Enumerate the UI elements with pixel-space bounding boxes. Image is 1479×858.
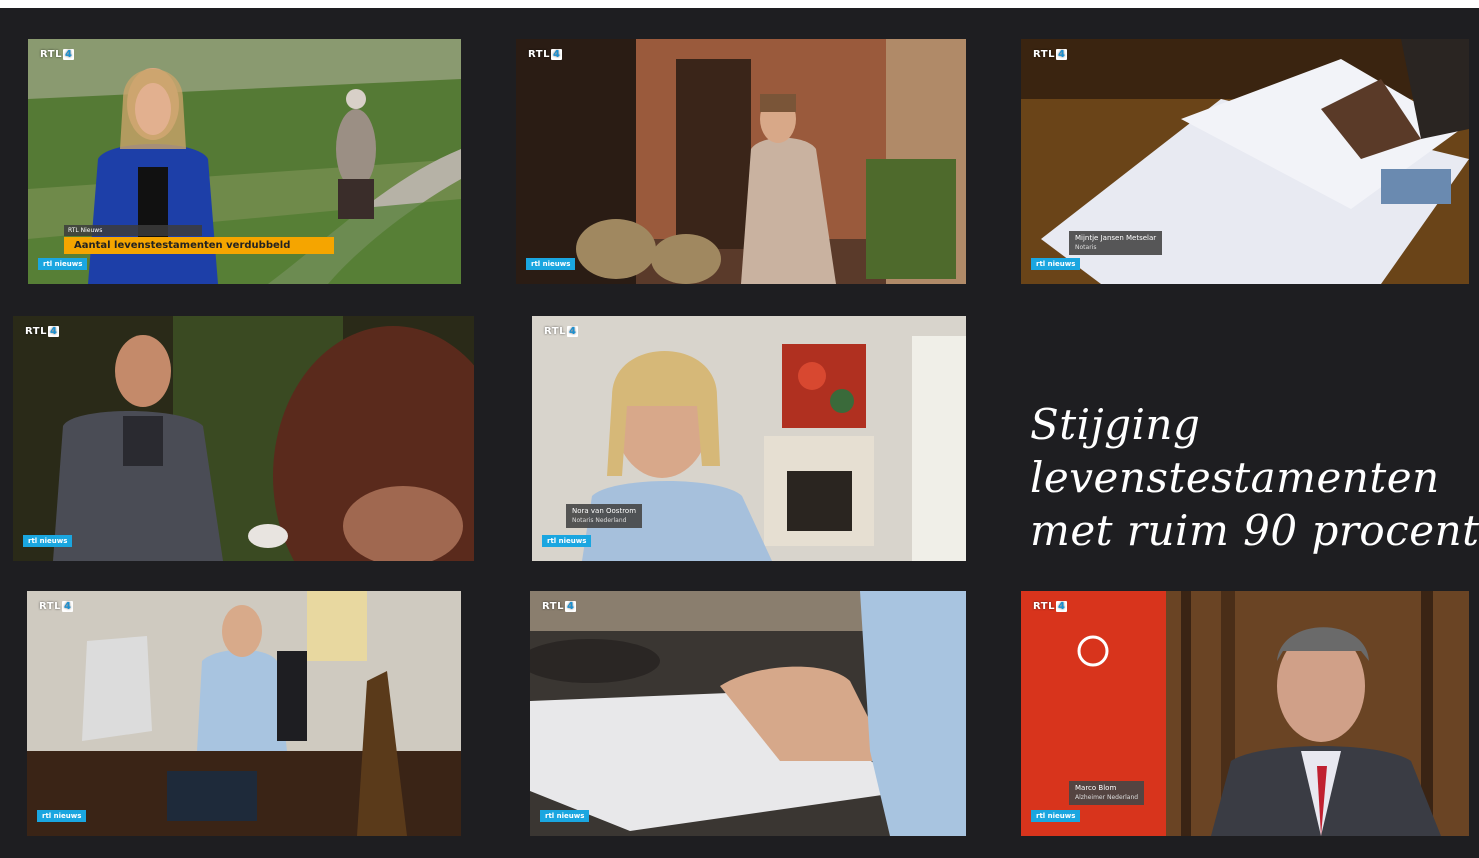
ticker-caption: RTL Nieuws <box>64 225 202 236</box>
lower-third-role: Notaris Nederland <box>572 517 627 524</box>
channel-badge: rtl nieuws <box>38 258 88 270</box>
headline-line-2: levenstestamenten <box>1030 453 1440 502</box>
channel-logo: RTL 4 <box>1033 49 1068 60</box>
video-still-documents: RTL 4 Mijntje Jansen Metselar Notaris rtl… <box>1021 39 1469 284</box>
ticker-headline: Aantal levenstestamenten verdubbeld <box>64 237 334 254</box>
scene-desk <box>27 591 461 836</box>
lower-third: Nora van Oostrom Notaris Nederland <box>566 504 643 528</box>
channel-badge: rtl nieuws <box>540 810 590 822</box>
channel-badge: rtl nieuws <box>1031 258 1081 270</box>
scene-meeting <box>13 316 474 561</box>
channel-logo: RTL 4 <box>39 601 74 612</box>
lower-third-role: Alzheimer Nederland <box>1075 794 1139 801</box>
video-still-porch: RTL 4 rtl nieuws <box>516 39 966 284</box>
headline: Stijging levenstestamenten met ruim 90 p… <box>1030 398 1479 557</box>
video-still-meeting: RTL 4 rtl nieuws <box>13 316 474 561</box>
lower-third: Mijntje Jansen Metselar Notaris <box>1069 231 1163 255</box>
channel-badge: rtl nieuws <box>526 258 576 270</box>
headline-line-1: Stijging <box>1030 400 1201 449</box>
channel-logo: RTL 4 <box>542 601 577 612</box>
channel-logo: RTL 4 <box>544 326 579 337</box>
video-still-interview-woman: RTL 4 Nora van Oostrom Notaris Nederland … <box>532 316 966 561</box>
channel-badge: rtl nieuws <box>23 535 73 547</box>
video-still-presenter: RTL 4 RTL Nieuws Aantal levenstestamenten… <box>28 39 461 284</box>
channel-logo: RTL 4 <box>1033 601 1068 612</box>
top-border <box>0 0 1479 8</box>
lower-third-name: Nora van Oostrom <box>572 507 637 515</box>
scene-keyboard <box>530 591 966 836</box>
channel-badge: rtl nieuws <box>37 810 87 822</box>
channel-badge: rtl nieuws <box>1031 810 1081 822</box>
channel-logo: RTL 4 <box>25 326 60 337</box>
headline-line-3: met ruim 90 procent <box>1030 506 1479 555</box>
scene-porch <box>516 39 966 284</box>
channel-badge: rtl nieuws <box>542 535 592 547</box>
video-still-desk: RTL 4 rtl nieuws <box>27 591 461 836</box>
channel-logo: RTL 4 <box>40 49 75 60</box>
lower-third-role: Notaris <box>1075 244 1097 251</box>
video-still-keyboard: RTL 4 rtl nieuws <box>530 591 966 836</box>
lower-third-name: Marco Blom <box>1075 784 1117 792</box>
channel-logo: RTL 4 <box>528 49 563 60</box>
video-still-interview-man: RTL 4 Marco Blom Alzheimer Nederland rtl … <box>1021 591 1469 836</box>
lower-third-name: Mijntje Jansen Metselar <box>1075 234 1157 242</box>
lower-third: Marco Blom Alzheimer Nederland <box>1069 781 1145 805</box>
